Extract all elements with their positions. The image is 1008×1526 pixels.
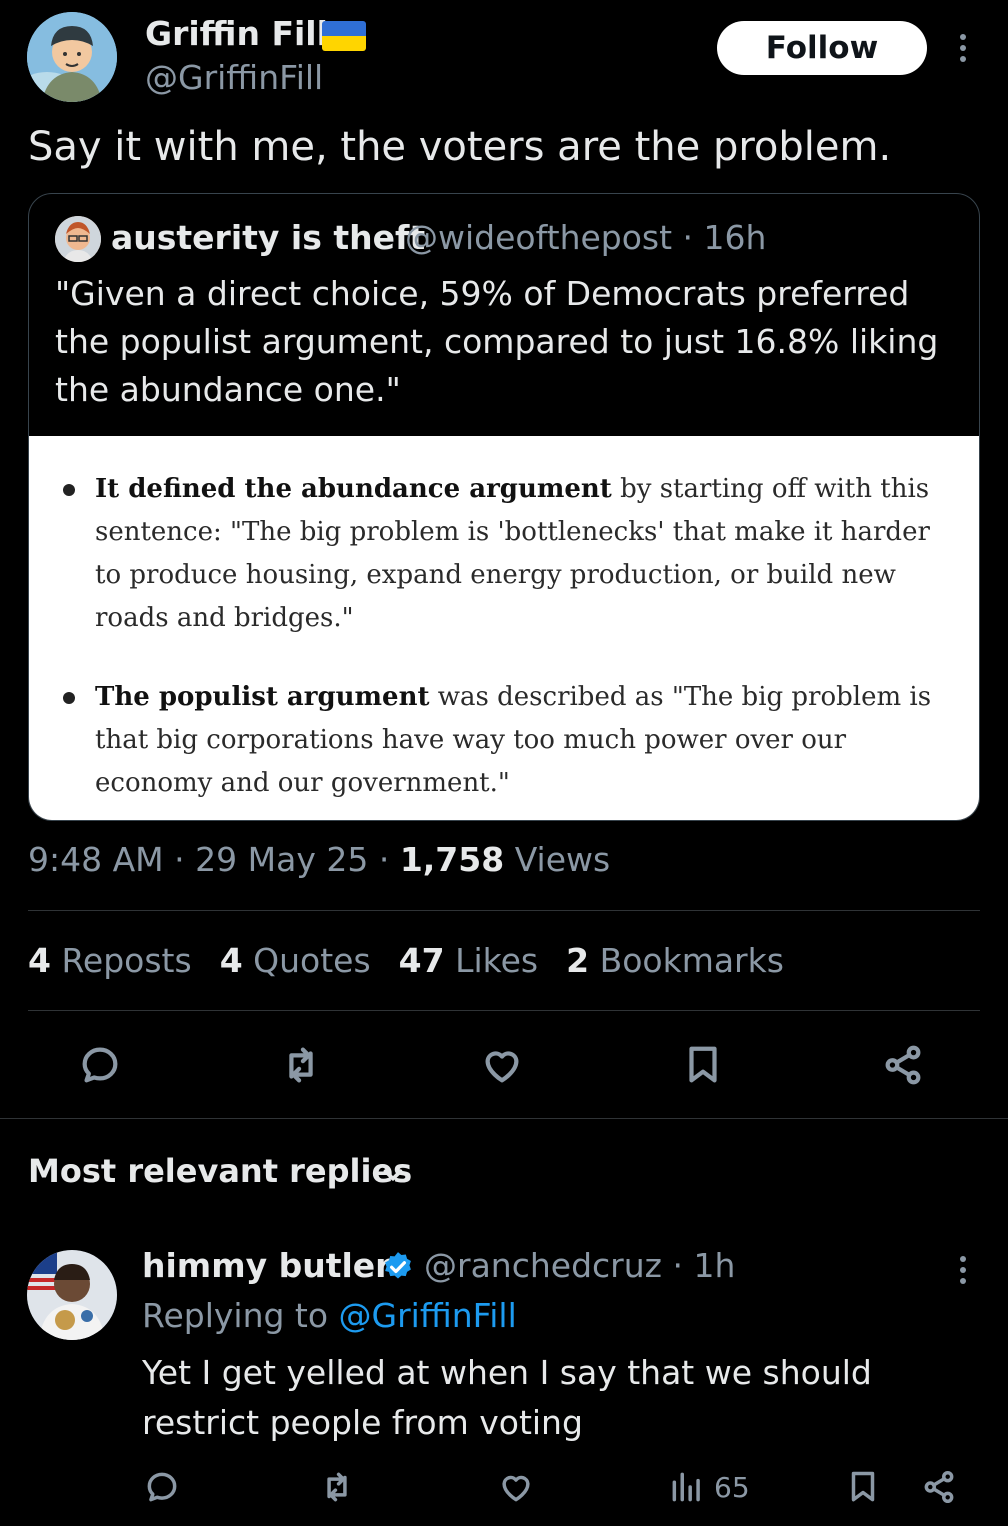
like-icon (485, 1051, 519, 1083)
quotes-stat[interactable]: 4 Quotes (220, 941, 371, 980)
reply-like-button[interactable] (497, 1465, 535, 1509)
divider (28, 910, 980, 911)
views-icon (672, 1472, 700, 1502)
repost-icon (289, 1047, 313, 1083)
engagement-stats: 4 Reposts 4 Quotes 47 Likes 2 Bookmarks (28, 941, 784, 980)
reply-text: Yet I get yelled at when I say that we s… (142, 1353, 872, 1442)
share-button[interactable] (878, 1040, 928, 1090)
quote-author-handle[interactable]: @wideofthepost (405, 218, 672, 257)
bookmark-button[interactable] (678, 1040, 728, 1090)
chevron-down-icon[interactable] (378, 1160, 408, 1190)
author-name[interactable]: Griffin Fill (145, 14, 328, 53)
reply-button[interactable] (75, 1040, 125, 1090)
replying-to: Replying to @GriffinFill (142, 1296, 517, 1335)
post-date[interactable]: 29 May 25 (195, 840, 368, 879)
reply-share-button[interactable] (920, 1465, 958, 1509)
quote-image[interactable]: It defined the abundance argument by sta… (29, 436, 979, 820)
like-button[interactable] (477, 1040, 527, 1090)
quote-age: 16h (703, 218, 767, 257)
views-label: Views (514, 840, 611, 879)
author-avatar[interactable] (27, 12, 117, 102)
quote-text: "Given a direct choice, 59% of Democrats… (55, 274, 939, 409)
post-text: Say it with me, the voters are the probl… (28, 124, 892, 170)
follow-button[interactable]: Follow (717, 21, 927, 75)
reply-author-avatar[interactable] (27, 1250, 117, 1340)
reply-age: 1h (693, 1246, 736, 1285)
like-icon (502, 1475, 530, 1502)
verified-icon (381, 1250, 415, 1284)
section-divider (0, 1118, 1008, 1119)
more-options-icon[interactable] (945, 1252, 981, 1288)
image-bullet-abundance: It defined the abundance argument by sta… (63, 468, 955, 640)
reply-views-count: 65 (714, 1470, 750, 1504)
likes-stat[interactable]: 47 Likes (399, 941, 538, 980)
image-bullet-bold: The populist argument (95, 682, 430, 712)
repost-button[interactable] (276, 1040, 326, 1090)
post-timestamp: 9:48 AM · 29 May 25 · 1,758 Views (28, 840, 611, 879)
share-icon (924, 1471, 954, 1503)
quote-author-avatar[interactable] (55, 216, 101, 262)
replying-to-link[interactable]: @GriffinFill (339, 1296, 517, 1335)
reply-repost-button[interactable] (318, 1465, 356, 1509)
post-time[interactable]: 9:48 AM (28, 840, 164, 879)
divider (28, 1010, 980, 1011)
reply-reply-button[interactable] (143, 1465, 181, 1509)
reply-author-name[interactable]: himmy butler (142, 1246, 391, 1285)
reply-author-handle[interactable]: @ranchedcruz (424, 1246, 662, 1285)
replies-sort-label[interactable]: Most relevant replies (28, 1152, 412, 1190)
ukraine-flag-icon (322, 21, 366, 51)
bookmark-icon (689, 1046, 717, 1083)
bookmarks-stat[interactable]: 2 Bookmarks (566, 941, 784, 980)
quoted-post-card[interactable]: austerity is theft @wideofthepost · 16h … (28, 193, 980, 821)
share-icon (885, 1045, 921, 1085)
reposts-stat[interactable]: 4 Reposts (28, 941, 192, 980)
reply-views-button[interactable]: 65 (668, 1465, 750, 1509)
author-handle[interactable]: @GriffinFill (145, 58, 323, 97)
image-bullet-populist: The populist argument was described as "… (63, 676, 955, 805)
reply-icon (147, 1472, 177, 1502)
image-bullet-bold: It defined the abundance argument (95, 474, 612, 504)
quote-author-meta: @wideofthepost · 16h (405, 218, 767, 257)
reply-icon (82, 1047, 118, 1083)
quote-author-name[interactable]: austerity is theft (111, 218, 425, 257)
reply-bookmark-button[interactable] (844, 1465, 882, 1509)
more-options-icon[interactable] (945, 30, 981, 66)
bookmark-icon (851, 1471, 875, 1502)
replying-prefix: Replying to (142, 1296, 339, 1335)
reply-author-meta: @ranchedcruz · 1h (424, 1246, 736, 1285)
repost-icon (327, 1472, 347, 1502)
views-count: 1,758 (399, 840, 505, 879)
